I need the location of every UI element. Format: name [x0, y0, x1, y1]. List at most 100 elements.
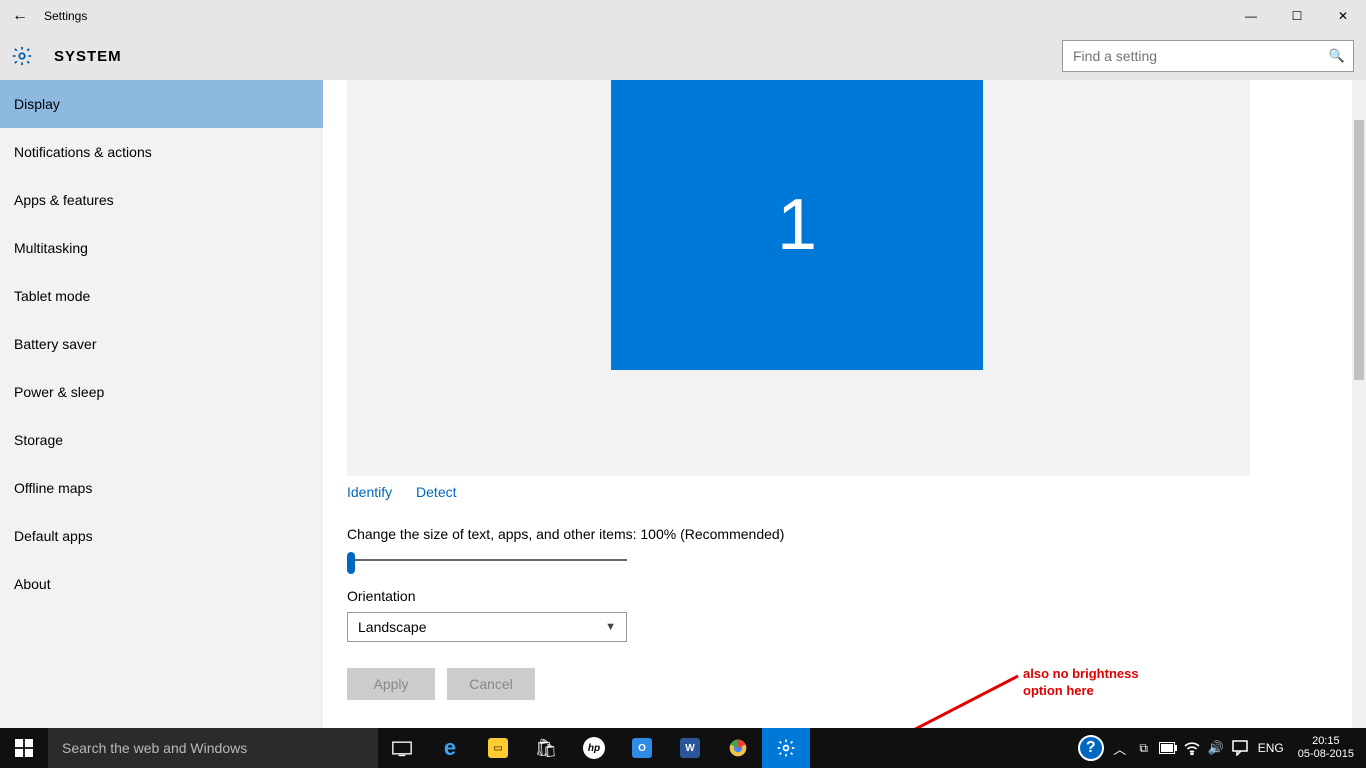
sidebar-item-label: Multitasking — [14, 240, 88, 256]
apply-cancel-row: Apply Cancel — [347, 668, 535, 700]
window-title: Settings — [44, 9, 87, 23]
tray-wifi-icon[interactable] — [1180, 728, 1204, 768]
tray-action-center-icon[interactable] — [1228, 728, 1252, 768]
sidebar-item-about[interactable]: About — [0, 560, 323, 608]
vertical-scrollbar[interactable] — [1352, 80, 1366, 728]
titlebar: ← Settings — ☐ ✕ — [0, 0, 1366, 32]
tray-clock[interactable]: 20:15 05-08-2015 — [1290, 735, 1362, 760]
sidebar: Display Notifications & actions Apps & f… — [0, 80, 323, 728]
sidebar-item-tablet-mode[interactable]: Tablet mode — [0, 272, 323, 320]
windows-logo-icon — [15, 739, 33, 757]
task-view-button[interactable] — [378, 728, 426, 768]
chevron-up-icon: ︿ — [1113, 739, 1126, 758]
sidebar-item-label: About — [14, 576, 51, 592]
task-view-icon — [392, 738, 412, 758]
tray-battery-icon[interactable] — [1156, 728, 1180, 768]
store-icon: 🛍 — [535, 738, 558, 759]
category-title: SYSTEM — [54, 48, 122, 65]
speaker-icon: 🔊 — [1208, 740, 1224, 756]
minimize-icon: — — [1245, 9, 1257, 23]
taskbar-app-store[interactable]: 🛍 — [522, 728, 570, 768]
chevron-down-icon: ▼ — [605, 621, 616, 633]
minimize-button[interactable]: — — [1228, 0, 1274, 32]
taskbar-app-file-explorer[interactable]: ▭ — [474, 728, 522, 768]
tray-dropbox-icon[interactable]: ⧉ — [1132, 728, 1156, 768]
taskbar-app-chrome[interactable] — [714, 728, 762, 768]
sidebar-item-label: Notifications & actions — [14, 144, 152, 160]
main-panel: 1 Identify Detect Change the size of tex… — [323, 80, 1366, 728]
display-links: Identify Detect — [347, 484, 477, 500]
dropbox-icon: ⧉ — [1139, 741, 1148, 756]
outlook-icon: O — [632, 738, 652, 758]
sidebar-item-multitasking[interactable]: Multitasking — [0, 224, 323, 272]
sidebar-item-label: Tablet mode — [14, 288, 90, 304]
back-button[interactable]: ← — [0, 7, 40, 25]
close-icon: ✕ — [1338, 9, 1348, 23]
tray-show-hidden-icons[interactable]: ︿ — [1108, 728, 1132, 768]
taskbar-search-placeholder: Search the web and Windows — [62, 740, 247, 756]
word-icon: W — [680, 738, 700, 758]
sidebar-item-label: Offline maps — [14, 480, 92, 496]
settings-gear-icon — [10, 44, 34, 68]
edge-icon: e — [444, 735, 456, 761]
sidebar-item-label: Default apps — [14, 528, 93, 544]
sidebar-item-notifications[interactable]: Notifications & actions — [0, 128, 323, 176]
sidebar-item-label: Display — [14, 96, 60, 112]
tray-date: 05-08-2015 — [1298, 748, 1354, 761]
slider-thumb[interactable] — [347, 552, 355, 574]
notifications-icon — [1232, 740, 1248, 756]
maximize-icon: ☐ — [1292, 9, 1303, 23]
sidebar-item-label: Storage — [14, 432, 63, 448]
wifi-icon — [1184, 741, 1200, 755]
maximize-button[interactable]: ☐ — [1274, 0, 1320, 32]
monitor-arrangement-area[interactable]: 1 — [347, 80, 1250, 476]
start-button[interactable] — [0, 728, 48, 768]
hp-icon: hp — [583, 737, 605, 759]
search-input[interactable] — [1071, 47, 1329, 65]
chrome-icon — [728, 738, 748, 758]
monitor-1[interactable]: 1 — [611, 80, 983, 370]
apply-button: Apply — [347, 668, 435, 700]
scale-slider[interactable] — [347, 552, 627, 568]
taskbar: Search the web and Windows e ▭ 🛍 hp O W … — [0, 728, 1366, 768]
tray-volume-icon[interactable]: 🔊 — [1204, 728, 1228, 768]
sidebar-item-display[interactable]: Display — [0, 80, 323, 128]
annotation-line: option here — [1023, 683, 1139, 700]
find-setting-search[interactable]: 🔍 — [1062, 40, 1354, 72]
sidebar-item-label: Apps & features — [14, 192, 114, 208]
cancel-button: Cancel — [447, 668, 535, 700]
sidebar-item-battery-saver[interactable]: Battery saver — [0, 320, 323, 368]
taskbar-search[interactable]: Search the web and Windows — [48, 728, 378, 768]
detect-link[interactable]: Detect — [416, 484, 456, 500]
sidebar-item-default-apps[interactable]: Default apps — [0, 512, 323, 560]
gear-icon — [776, 738, 796, 758]
identify-link[interactable]: Identify — [347, 484, 392, 500]
scrollbar-thumb[interactable] — [1354, 120, 1364, 380]
folder-icon: ▭ — [488, 738, 508, 758]
content-area: 1 Identify Detect Change the size of tex… — [323, 80, 1352, 728]
slider-track — [347, 559, 627, 561]
tray-language[interactable]: ENG — [1252, 741, 1290, 755]
taskbar-app-edge[interactable]: e — [426, 728, 474, 768]
sidebar-item-power-sleep[interactable]: Power & sleep — [0, 368, 323, 416]
back-arrow-icon: ← — [12, 7, 28, 25]
battery-icon — [1159, 742, 1177, 754]
taskbar-app-outlook[interactable]: O — [618, 728, 666, 768]
taskbar-app-hp[interactable]: hp — [570, 728, 618, 768]
sidebar-item-label: Power & sleep — [14, 384, 104, 400]
close-button[interactable]: ✕ — [1320, 0, 1366, 32]
help-icon[interactable]: ? — [1078, 735, 1104, 761]
sidebar-item-offline-maps[interactable]: Offline maps — [0, 464, 323, 512]
search-icon: 🔍 — [1329, 48, 1345, 64]
sidebar-item-apps-features[interactable]: Apps & features — [0, 176, 323, 224]
orientation-label: Orientation — [347, 588, 415, 604]
system-tray: ? ︿ ⧉ 🔊 ENG 20:15 05-08-2015 — [1078, 728, 1366, 768]
header-row: SYSTEM 🔍 — [0, 32, 1366, 80]
scale-label: Change the size of text, apps, and other… — [347, 526, 784, 542]
taskbar-app-settings[interactable] — [762, 728, 810, 768]
sidebar-item-storage[interactable]: Storage — [0, 416, 323, 464]
orientation-select[interactable]: Landscape ▼ — [347, 612, 627, 642]
taskbar-app-word[interactable]: W — [666, 728, 714, 768]
monitor-number: 1 — [777, 184, 817, 266]
user-annotation-text: also no brightness option here — [1023, 666, 1139, 700]
